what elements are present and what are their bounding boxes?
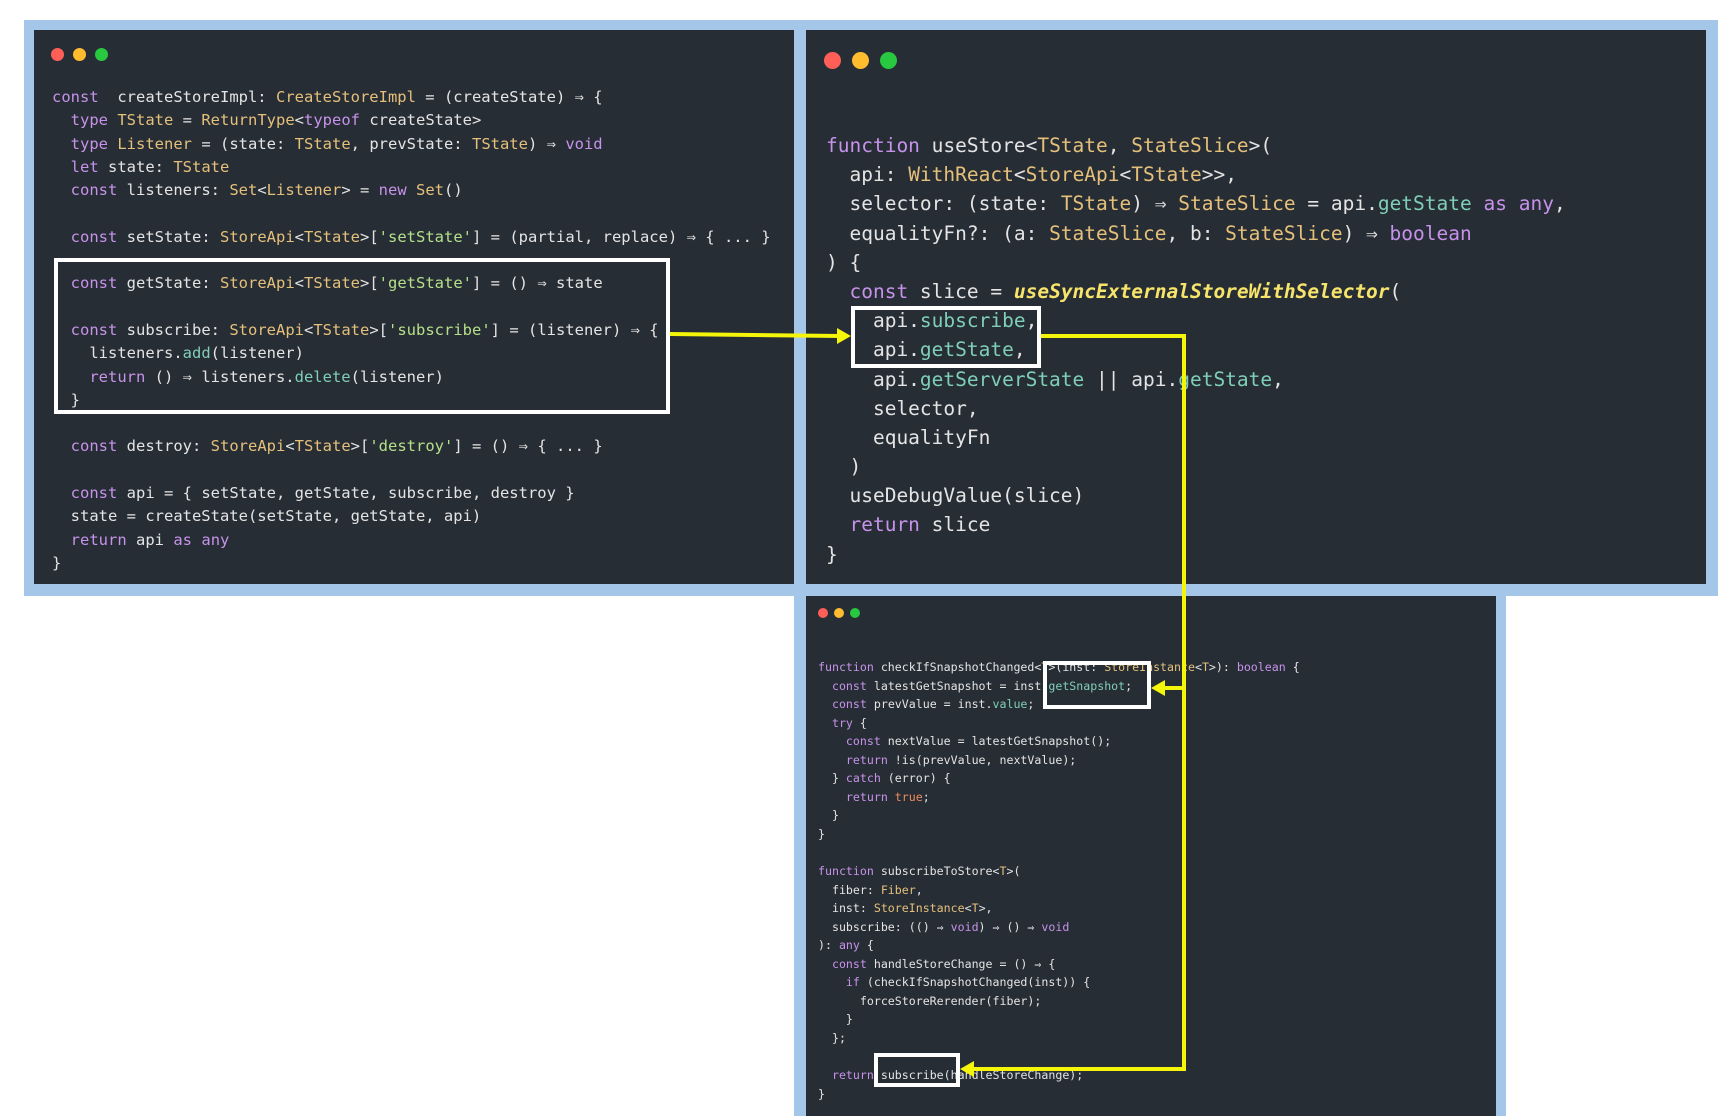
arrow-getstate-to-snapshot [1041, 334, 1186, 690]
arrowhead-icon [960, 1061, 974, 1077]
arrow-subscribe-to-api [669, 332, 841, 338]
arrow-getstate-to-return-subscribe [970, 688, 1186, 1071]
arrowhead-icon [837, 328, 851, 344]
arrowhead-icon [1151, 680, 1165, 696]
connector-arrows [669, 328, 1186, 1077]
